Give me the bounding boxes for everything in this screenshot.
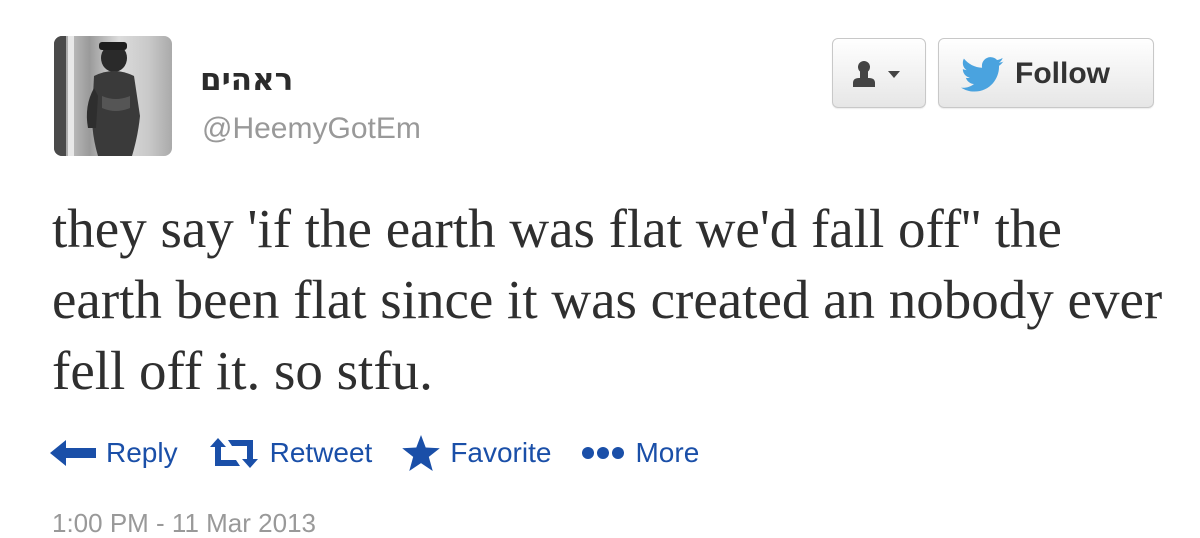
tweet-card: ראהים @HeemyGotEm Follow they say 'if th…: [0, 0, 1200, 538]
follow-label: Follow: [1015, 57, 1110, 90]
tweet-timestamp[interactable]: 1:00 PM - 11 Mar 2013: [52, 508, 316, 538]
favorite-label: Favorite: [450, 437, 552, 468]
more-dots-icon: [582, 447, 625, 459]
more-label: More: [635, 437, 700, 468]
avatar[interactable]: [54, 36, 172, 156]
more-action[interactable]: More: [581, 436, 699, 470]
user-icon: [853, 61, 875, 87]
reply-action[interactable]: Reply: [50, 436, 178, 470]
tweet-actions: Reply Retweet Favorite More: [50, 433, 729, 473]
avatar-photo: [54, 36, 140, 156]
tweet-text: they say 'if the earth was flat we'd fal…: [52, 198, 1163, 401]
twitter-bird-icon: [961, 57, 1004, 92]
follow-button[interactable]: Follow: [938, 38, 1154, 108]
user-handle[interactable]: @HeemyGotEm: [202, 112, 421, 146]
retweet-label: Retweet: [269, 437, 373, 468]
favorite-action[interactable]: Favorite: [402, 435, 551, 471]
user-actions-dropdown-button[interactable]: [832, 38, 926, 108]
retweet-action[interactable]: Retweet: [208, 436, 373, 470]
star-icon: [402, 435, 441, 471]
reply-icon: [50, 440, 96, 466]
retweet-icon: [209, 438, 258, 468]
reply-label: Reply: [106, 437, 178, 468]
display-name[interactable]: ראהים: [200, 62, 293, 98]
chevron-down-icon: [888, 71, 900, 78]
